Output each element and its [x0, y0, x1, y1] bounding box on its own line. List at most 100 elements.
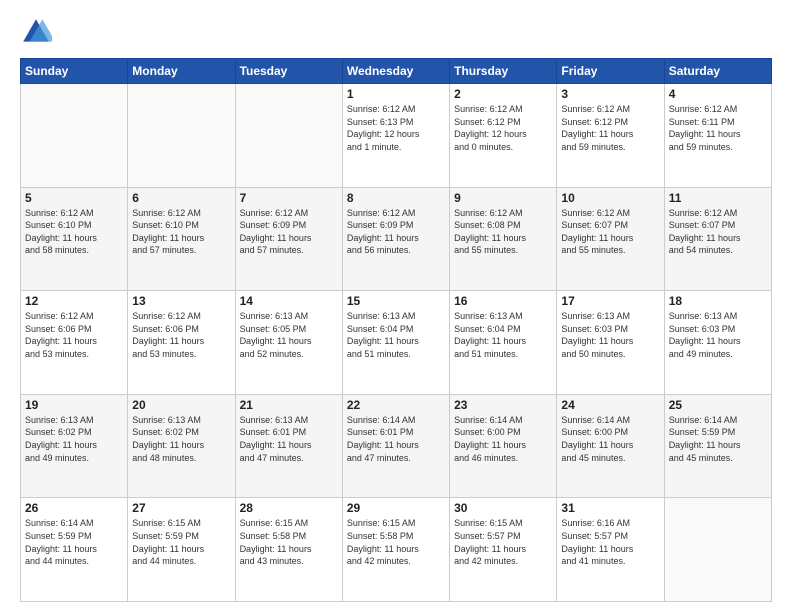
day-number: 16: [454, 294, 552, 308]
calendar-cell: 22 Sunrise: 6:14 AM Sunset: 6:01 PM Dayli…: [342, 394, 449, 498]
day-number: 23: [454, 398, 552, 412]
calendar-cell: 26 Sunrise: 6:14 AM Sunset: 5:59 PM Dayli…: [21, 498, 128, 602]
day-number: 29: [347, 501, 445, 515]
weekday-header: Tuesday: [235, 59, 342, 84]
day-info: Sunrise: 6:14 AM Sunset: 6:01 PM Dayligh…: [347, 414, 445, 464]
day-info: Sunrise: 6:13 AM Sunset: 6:02 PM Dayligh…: [132, 414, 230, 464]
day-number: 22: [347, 398, 445, 412]
calendar-cell: 29 Sunrise: 6:15 AM Sunset: 5:58 PM Dayli…: [342, 498, 449, 602]
day-number: 5: [25, 191, 123, 205]
day-info: Sunrise: 6:13 AM Sunset: 6:04 PM Dayligh…: [454, 310, 552, 360]
day-info: Sunrise: 6:12 AM Sunset: 6:10 PM Dayligh…: [132, 207, 230, 257]
calendar-week-row: 19 Sunrise: 6:13 AM Sunset: 6:02 PM Dayli…: [21, 394, 772, 498]
calendar-cell: 25 Sunrise: 6:14 AM Sunset: 5:59 PM Dayli…: [664, 394, 771, 498]
day-number: 31: [561, 501, 659, 515]
calendar-cell: 15 Sunrise: 6:13 AM Sunset: 6:04 PM Dayli…: [342, 291, 449, 395]
day-number: 19: [25, 398, 123, 412]
calendar-cell: 21 Sunrise: 6:13 AM Sunset: 6:01 PM Dayli…: [235, 394, 342, 498]
calendar-week-row: 12Sunrise: 6:12 AM Sunset: 6:06 PM Dayli…: [21, 291, 772, 395]
day-number: 2: [454, 87, 552, 101]
day-number: 18: [669, 294, 767, 308]
calendar-cell: 18 Sunrise: 6:13 AM Sunset: 6:03 PM Dayli…: [664, 291, 771, 395]
day-info: Sunrise: 6:12 AM Sunset: 6:10 PM Dayligh…: [25, 207, 123, 257]
day-info: Sunrise: 6:13 AM Sunset: 6:01 PM Dayligh…: [240, 414, 338, 464]
day-number: 25: [669, 398, 767, 412]
calendar-cell: [128, 84, 235, 188]
day-info: Sunrise: 6:14 AM Sunset: 5:59 PM Dayligh…: [669, 414, 767, 464]
calendar-cell: 20 Sunrise: 6:13 AM Sunset: 6:02 PM Dayli…: [128, 394, 235, 498]
calendar-cell: [235, 84, 342, 188]
calendar-week-row: 26 Sunrise: 6:14 AM Sunset: 5:59 PM Dayli…: [21, 498, 772, 602]
day-number: 8: [347, 191, 445, 205]
calendar-week-row: 5 Sunrise: 6:12 AM Sunset: 6:10 PM Daylig…: [21, 187, 772, 291]
calendar-cell: 27Sunrise: 6:15 AM Sunset: 5:59 PM Dayli…: [128, 498, 235, 602]
calendar-cell: 16 Sunrise: 6:13 AM Sunset: 6:04 PM Dayli…: [450, 291, 557, 395]
calendar-cell: 2 Sunrise: 6:12 AM Sunset: 6:12 PM Daylig…: [450, 84, 557, 188]
day-number: 17: [561, 294, 659, 308]
day-number: 6: [132, 191, 230, 205]
calendar-cell: 11Sunrise: 6:12 AM Sunset: 6:07 PM Dayli…: [664, 187, 771, 291]
calendar-cell: 1 Sunrise: 6:12 AM Sunset: 6:13 PM Daylig…: [342, 84, 449, 188]
day-number: 26: [25, 501, 123, 515]
weekday-header: Saturday: [664, 59, 771, 84]
day-info: Sunrise: 6:12 AM Sunset: 6:09 PM Dayligh…: [240, 207, 338, 257]
calendar-cell: 24 Sunrise: 6:14 AM Sunset: 6:00 PM Dayli…: [557, 394, 664, 498]
calendar-cell: [21, 84, 128, 188]
day-number: 27: [132, 501, 230, 515]
calendar-cell: 14 Sunrise: 6:13 AM Sunset: 6:05 PM Dayli…: [235, 291, 342, 395]
day-info: Sunrise: 6:12 AM Sunset: 6:06 PM Dayligh…: [25, 310, 123, 360]
calendar-cell: 10 Sunrise: 6:12 AM Sunset: 6:07 PM Dayli…: [557, 187, 664, 291]
day-info: Sunrise: 6:13 AM Sunset: 6:03 PM Dayligh…: [669, 310, 767, 360]
day-number: 15: [347, 294, 445, 308]
day-info: Sunrise: 6:15 AM Sunset: 5:58 PM Dayligh…: [347, 517, 445, 567]
day-info: Sunrise: 6:14 AM Sunset: 6:00 PM Dayligh…: [454, 414, 552, 464]
day-number: 28: [240, 501, 338, 515]
calendar-cell: 6 Sunrise: 6:12 AM Sunset: 6:10 PM Daylig…: [128, 187, 235, 291]
calendar-cell: 30 Sunrise: 6:15 AM Sunset: 5:57 PM Dayli…: [450, 498, 557, 602]
calendar-cell: 4 Sunrise: 6:12 AM Sunset: 6:11 PM Daylig…: [664, 84, 771, 188]
day-number: 13: [132, 294, 230, 308]
day-number: 9: [454, 191, 552, 205]
calendar-table: SundayMondayTuesdayWednesdayThursdayFrid…: [20, 58, 772, 602]
day-number: 10: [561, 191, 659, 205]
day-number: 11: [669, 191, 767, 205]
weekday-header-row: SundayMondayTuesdayWednesdayThursdayFrid…: [21, 59, 772, 84]
day-number: 24: [561, 398, 659, 412]
weekday-header: Monday: [128, 59, 235, 84]
calendar-cell: 8Sunrise: 6:12 AM Sunset: 6:09 PM Daylig…: [342, 187, 449, 291]
day-number: 3: [561, 87, 659, 101]
logo: [20, 16, 56, 48]
day-number: 4: [669, 87, 767, 101]
calendar-cell: 19Sunrise: 6:13 AM Sunset: 6:02 PM Dayli…: [21, 394, 128, 498]
day-number: 20: [132, 398, 230, 412]
day-info: Sunrise: 6:15 AM Sunset: 5:57 PM Dayligh…: [454, 517, 552, 567]
day-number: 14: [240, 294, 338, 308]
weekday-header: Thursday: [450, 59, 557, 84]
day-info: Sunrise: 6:14 AM Sunset: 5:59 PM Dayligh…: [25, 517, 123, 567]
day-info: Sunrise: 6:12 AM Sunset: 6:07 PM Dayligh…: [561, 207, 659, 257]
day-info: Sunrise: 6:14 AM Sunset: 6:00 PM Dayligh…: [561, 414, 659, 464]
page-container: SundayMondayTuesdayWednesdayThursdayFrid…: [0, 0, 792, 612]
day-info: Sunrise: 6:12 AM Sunset: 6:12 PM Dayligh…: [454, 103, 552, 153]
calendar-cell: 23 Sunrise: 6:14 AM Sunset: 6:00 PM Dayli…: [450, 394, 557, 498]
logo-icon: [20, 16, 52, 48]
calendar-cell: 12Sunrise: 6:12 AM Sunset: 6:06 PM Dayli…: [21, 291, 128, 395]
calendar-cell: 17 Sunrise: 6:13 AM Sunset: 6:03 PM Dayli…: [557, 291, 664, 395]
calendar-cell: 13Sunrise: 6:12 AM Sunset: 6:06 PM Dayli…: [128, 291, 235, 395]
calendar-cell: 28 Sunrise: 6:15 AM Sunset: 5:58 PM Dayli…: [235, 498, 342, 602]
day-info: Sunrise: 6:12 AM Sunset: 6:11 PM Dayligh…: [669, 103, 767, 153]
day-info: Sunrise: 6:13 AM Sunset: 6:04 PM Dayligh…: [347, 310, 445, 360]
day-info: Sunrise: 6:13 AM Sunset: 6:05 PM Dayligh…: [240, 310, 338, 360]
calendar-cell: 3Sunrise: 6:12 AM Sunset: 6:12 PM Daylig…: [557, 84, 664, 188]
calendar-cell: 5 Sunrise: 6:12 AM Sunset: 6:10 PM Daylig…: [21, 187, 128, 291]
calendar-week-row: 1 Sunrise: 6:12 AM Sunset: 6:13 PM Daylig…: [21, 84, 772, 188]
day-info: Sunrise: 6:12 AM Sunset: 6:13 PM Dayligh…: [347, 103, 445, 153]
day-info: Sunrise: 6:13 AM Sunset: 6:03 PM Dayligh…: [561, 310, 659, 360]
day-number: 7: [240, 191, 338, 205]
weekday-header: Wednesday: [342, 59, 449, 84]
day-number: 30: [454, 501, 552, 515]
day-number: 1: [347, 87, 445, 101]
day-number: 21: [240, 398, 338, 412]
weekday-header: Sunday: [21, 59, 128, 84]
day-info: Sunrise: 6:15 AM Sunset: 5:58 PM Dayligh…: [240, 517, 338, 567]
